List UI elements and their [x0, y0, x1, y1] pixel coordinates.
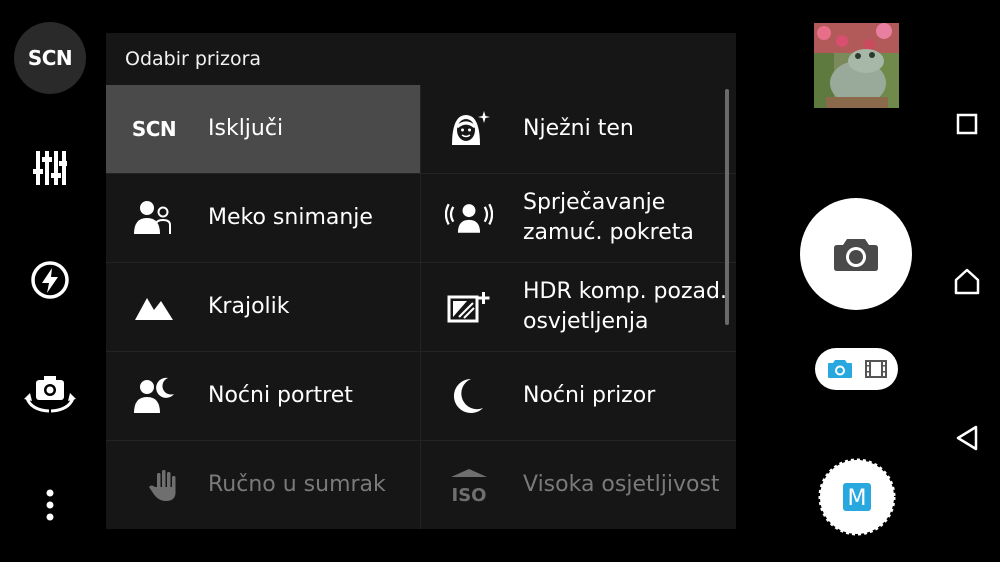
scene-item-off[interactable]: SCN Isključi	[106, 85, 421, 174]
soft-skin-icon	[445, 109, 493, 149]
home-button[interactable]	[950, 264, 984, 298]
video-mode-icon[interactable]	[864, 359, 887, 379]
home-icon	[954, 268, 980, 295]
scene-item-handheld-twilight[interactable]: Ručno u sumrak	[106, 441, 421, 529]
more-options-button[interactable]	[20, 475, 80, 535]
svg-text:ISO: ISO	[452, 485, 487, 505]
back-icon	[956, 425, 978, 451]
scene-item-label: Sprječavanje zamuć. pokreta	[523, 190, 694, 245]
night-scene-icon	[445, 376, 493, 416]
scene-item-label: HDR komp. pozad. osvjetljenja	[523, 279, 727, 334]
hdr-backlight-icon	[445, 287, 493, 327]
scn-text-icon: SCN	[131, 117, 177, 141]
recents-button[interactable]	[950, 107, 984, 141]
anti-motion-blur-icon	[445, 198, 493, 238]
scene-item-label: Ručno u sumrak	[208, 472, 386, 497]
scene-item-label: Isključi	[208, 116, 284, 141]
night-portrait-icon	[130, 376, 178, 416]
scene-item-landscape[interactable]: Krajolik	[106, 263, 421, 352]
soft-snap-icon	[130, 198, 178, 238]
scene-item-label: Noćni portret	[208, 383, 353, 408]
scene-mode-button[interactable]: SCN	[14, 22, 86, 94]
scene-item-night-portrait[interactable]: Noćni portret	[106, 352, 421, 441]
switch-camera-icon	[24, 376, 76, 413]
scene-item-anti-motion-blur[interactable]: Sprječavanje zamuć. pokreta	[421, 174, 736, 263]
photo-video-toggle[interactable]	[815, 348, 898, 390]
shutter-button[interactable]	[800, 198, 912, 310]
scene-selection-panel: Odabir prizora SCN Isključi Nježni ten M…	[106, 33, 736, 529]
scene-item-soft-snap[interactable]: Meko snimanje	[106, 174, 421, 263]
more-vertical-icon	[46, 489, 54, 521]
flash-button[interactable]	[20, 250, 80, 310]
scene-item-soft-skin[interactable]: Nježni ten	[421, 85, 736, 174]
manual-mode-button[interactable]: M	[818, 458, 896, 536]
scene-item-hdr-backlight[interactable]: HDR komp. pozad. osvjetljenja	[421, 263, 736, 352]
scene-item-high-sensitivity[interactable]: ISO Visoka osjetljivost	[421, 441, 736, 529]
last-photo-thumbnail[interactable]	[814, 23, 899, 108]
flash-auto-icon	[31, 261, 69, 299]
handheld-twilight-icon	[130, 465, 178, 505]
scene-item-label: Nježni ten	[523, 116, 634, 141]
scene-item-label: Krajolik	[208, 294, 290, 319]
panel-title: Odabir prizora	[125, 48, 262, 70]
scene-grid: SCN Isključi Nježni ten Meko snimanje Sp…	[106, 85, 736, 529]
scene-item-label: Noćni prizor	[523, 383, 656, 408]
scene-item-label: Meko snimanje	[208, 205, 373, 230]
photo-mode-icon[interactable]	[827, 359, 853, 379]
camera-icon	[834, 239, 878, 271]
landscape-icon	[130, 287, 178, 327]
back-button[interactable]	[950, 421, 984, 455]
sliders-icon	[33, 151, 67, 185]
scene-item-night-scene[interactable]: Noćni prizor	[421, 352, 736, 441]
scene-item-label: Visoka osjetljivost	[523, 472, 720, 497]
manual-mode-label: M	[848, 486, 867, 511]
recents-icon	[956, 113, 978, 135]
iso-icon: ISO	[445, 465, 493, 505]
panel-scrollbar[interactable]	[725, 89, 729, 325]
scene-mode-label: SCN	[27, 46, 73, 70]
switch-camera-button[interactable]	[20, 364, 80, 424]
settings-sliders-button[interactable]	[20, 138, 80, 198]
